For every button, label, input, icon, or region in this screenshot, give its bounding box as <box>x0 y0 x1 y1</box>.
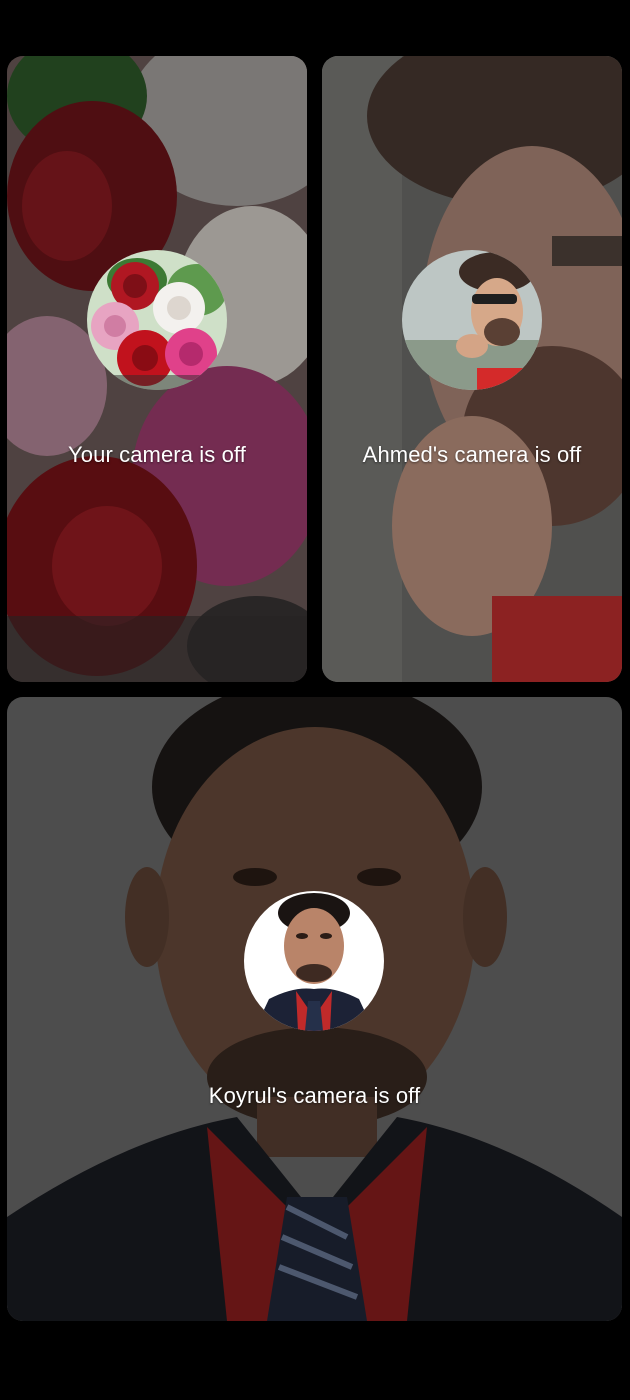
participant-tile-you[interactable]: Your camera is off <box>7 56 307 682</box>
camera-off-label: Koyrul's camera is off <box>208 1083 421 1108</box>
participant-tile-ahmed[interactable]: Ahmed's camera is off <box>322 56 622 682</box>
man-portrait-avatar-icon <box>402 250 542 390</box>
camera-off-label: Your camera is off <box>68 442 246 467</box>
camera-off-label: Ahmed's camera is off <box>362 442 582 467</box>
roses-avatar-icon <box>87 250 227 390</box>
man-portrait-avatar-icon <box>244 891 384 1031</box>
participant-tile-koyrul[interactable]: Koyrul's camera is off <box>7 697 622 1321</box>
